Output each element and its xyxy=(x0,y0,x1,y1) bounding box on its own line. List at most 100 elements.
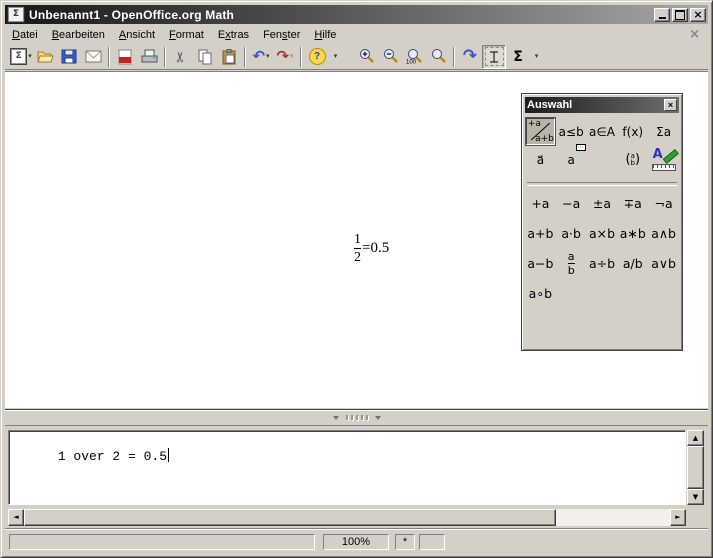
save-button[interactable] xyxy=(57,45,81,69)
formula-cursor-button[interactable] xyxy=(482,45,506,69)
close-button[interactable]: × xyxy=(690,8,706,22)
category-formats[interactable]: A xyxy=(649,146,678,173)
cut-button[interactable]: ✂ xyxy=(169,45,193,69)
zoom-in-button[interactable] xyxy=(354,45,378,69)
paste-icon xyxy=(222,49,237,65)
email-button[interactable] xyxy=(81,45,105,69)
scroll-down-button[interactable]: ▼ xyxy=(687,489,704,505)
category-brackets[interactable]: ( ab ) xyxy=(618,146,647,173)
zoom-page-button[interactable] xyxy=(426,45,450,69)
toolbar-overflow-button-2[interactable]: ▾ xyxy=(530,45,543,69)
math-document-icon: Σ xyxy=(9,8,23,21)
category-unary-binary-operators[interactable]: +a a+b xyxy=(526,118,555,145)
selection-window: Auswahl × +a a+b a≤b a∈A f(x) Σa a⃗ a⋯ xyxy=(521,93,683,351)
zoom-out-button[interactable] xyxy=(378,45,402,69)
menu-ansicht[interactable]: Ansicht xyxy=(112,27,162,43)
symbol-a-and-b[interactable]: a∧b xyxy=(649,218,678,248)
symbol-a-div-b[interactable]: a÷b xyxy=(587,248,616,278)
text-caret xyxy=(168,448,169,462)
selection-window-title-bar[interactable]: Auswahl × xyxy=(525,97,679,113)
symbol-a-minus-b[interactable]: a−b xyxy=(526,248,555,278)
symbol-minus-plus-a[interactable]: ∓a xyxy=(618,188,647,218)
symbol-a-plus-b[interactable]: a+b xyxy=(526,218,555,248)
toolbar-separator xyxy=(164,47,166,67)
vertical-scroll-thumb[interactable] xyxy=(687,446,704,489)
category-buttons: +a a+b a≤b a∈A f(x) Σa a⃗ a⋯ ( ab xyxy=(525,118,679,173)
zoom-icon xyxy=(430,48,447,65)
symbol-a-times-b[interactable]: a×b xyxy=(587,218,616,248)
svg-text:100: 100 xyxy=(406,60,417,66)
command-input[interactable]: 1 over 2 = 0.5 xyxy=(8,430,686,505)
category-set-operations[interactable]: a∈A xyxy=(587,118,616,145)
toolbar-overflow-icon: ▾ xyxy=(535,53,539,60)
close-icon: × xyxy=(668,101,673,110)
menu-datei[interactable]: Datei xyxy=(5,27,45,43)
command-text: 1 over 2 = 0.5 xyxy=(58,449,167,464)
export-pdf-button[interactable] xyxy=(113,45,137,69)
category-attributes[interactable]: a⃗ xyxy=(526,146,555,173)
undo-button[interactable]: ↶ ▾ xyxy=(249,45,273,69)
print-button[interactable] xyxy=(137,45,161,69)
formula-cursor-icon xyxy=(485,47,504,66)
symbol-minus-a[interactable]: −a xyxy=(557,188,586,218)
close-document-icon[interactable]: × xyxy=(686,27,703,42)
fraction-symbol: a b xyxy=(568,251,575,276)
symbol-not-a[interactable]: ¬a xyxy=(649,188,678,218)
horizontal-scroll-thumb[interactable] xyxy=(24,509,556,526)
others-icon: a⋯ xyxy=(568,153,575,167)
category-others[interactable]: a⋯ xyxy=(557,146,586,173)
category-operators[interactable]: Σa xyxy=(649,118,678,145)
status-zoom-field[interactable]: 100% xyxy=(323,534,389,550)
fraction-bar xyxy=(354,248,361,249)
splitter-grip xyxy=(346,415,368,420)
update-icon: ↷ xyxy=(463,48,477,65)
horizontal-scroll-track[interactable] xyxy=(556,509,670,526)
formula-view[interactable]: 1 2 =0.5 Auswahl × +a a+b a≤b xyxy=(5,71,708,408)
symbol-a-over-b[interactable]: a b xyxy=(557,248,586,278)
selection-window-close-button[interactable]: × xyxy=(664,99,677,111)
app-icon: Σ xyxy=(7,6,25,23)
scroll-right-button[interactable]: ► xyxy=(670,509,686,526)
symbols-catalog-button[interactable]: Σ xyxy=(506,45,530,69)
pdf-icon xyxy=(118,49,132,65)
help-button[interactable]: ? xyxy=(305,45,329,69)
brackets-icon: ( ab ) xyxy=(625,152,640,167)
splitter[interactable] xyxy=(5,409,708,425)
menu-hilfe[interactable]: Hilfe xyxy=(307,27,343,43)
fraction-denominator: 2 xyxy=(354,250,361,265)
symbol-buttons: +a −a ±a ∓a ¬a a+b a⋅b a×b a∗b a∧b a−b a… xyxy=(525,188,679,308)
redo-dropdown-icon: ▾ xyxy=(290,53,294,60)
category-functions[interactable]: f(x) xyxy=(618,118,647,145)
menu-bar: Datei Bearbeiten Ansicht Format Extras F… xyxy=(5,26,708,44)
menu-format[interactable]: Format xyxy=(162,27,211,43)
app-window: Σ Unbenannt1 - OpenOffice.org Math × Dat… xyxy=(0,0,713,558)
scroll-up-button[interactable]: ▲ xyxy=(687,430,704,446)
formula-equals-value: =0.5 xyxy=(362,240,389,257)
redo-button[interactable]: ↷ ▾ xyxy=(273,45,297,69)
new-document-button[interactable]: Σ ▾ xyxy=(9,45,33,69)
maximize-button[interactable] xyxy=(672,8,688,22)
menu-extras[interactable]: Extras xyxy=(211,27,256,43)
toolbar-overflow-button[interactable]: ▾ xyxy=(329,45,342,69)
vertical-scrollbar[interactable]: ▲ ▼ xyxy=(687,430,704,505)
menu-bearbeiten[interactable]: Bearbeiten xyxy=(45,27,112,43)
formats-icon: A xyxy=(652,149,676,171)
category-relations[interactable]: a≤b xyxy=(557,118,586,145)
zoom-100-button[interactable]: 100 xyxy=(402,45,426,69)
scroll-left-button[interactable]: ◄ xyxy=(8,509,24,526)
menu-fenster[interactable]: Fenster xyxy=(256,27,307,43)
minimize-button[interactable] xyxy=(654,8,670,22)
symbol-plus-a[interactable]: +a xyxy=(526,188,555,218)
copy-button[interactable] xyxy=(193,45,217,69)
symbol-a-slash-b[interactable]: a/b xyxy=(618,248,647,278)
symbol-plus-minus-a[interactable]: ±a xyxy=(587,188,616,218)
open-button[interactable] xyxy=(33,45,57,69)
toolbar-separator xyxy=(244,47,246,67)
update-button[interactable]: ↷ xyxy=(458,45,482,69)
symbol-a-circ-b[interactable]: a∘b xyxy=(526,278,555,308)
paste-button[interactable] xyxy=(217,45,241,69)
symbol-a-ast-b[interactable]: a∗b xyxy=(618,218,647,248)
horizontal-scrollbar[interactable]: ◄ ► xyxy=(8,509,686,526)
symbol-a-cdot-b[interactable]: a⋅b xyxy=(557,218,586,248)
symbol-a-or-b[interactable]: a∨b xyxy=(649,248,678,278)
